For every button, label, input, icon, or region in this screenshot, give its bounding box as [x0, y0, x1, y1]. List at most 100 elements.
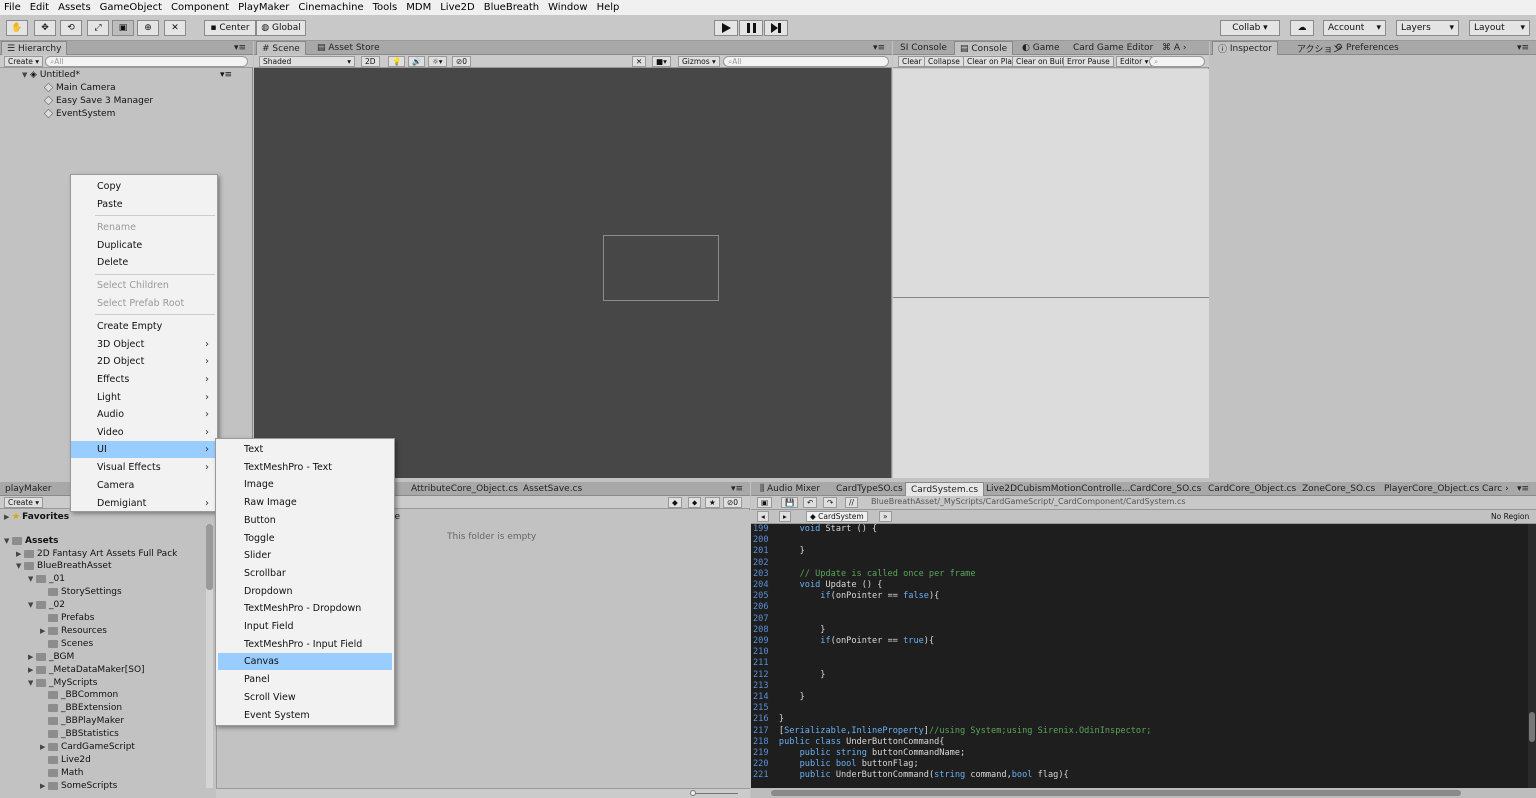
move-tool-icon[interactable]: ✥	[34, 20, 56, 36]
custom-tool-icon[interactable]: ✕	[164, 20, 186, 36]
context-menu-item-visual-effects[interactable]: Visual Effects ›	[71, 459, 217, 476]
project-folder-item[interactable]: ▶ CardGameScript	[40, 741, 135, 754]
context-menu-item-duplicate[interactable]: Duplicate	[71, 237, 217, 254]
project-folder-item[interactable]: ▼ _01	[28, 573, 65, 586]
project-folder-item[interactable]: ▶ _BGM	[28, 650, 74, 663]
forward-arrow-icon[interactable]: ▸	[779, 511, 791, 522]
editor-tab[interactable]: CardCore_Object.cs	[1203, 482, 1301, 496]
comment-icon[interactable]: //	[845, 497, 859, 508]
class-tab[interactable]: ◆ CardSystem	[806, 511, 868, 522]
back-arrow-icon[interactable]: ◂	[757, 511, 769, 522]
scrollbar-thumb[interactable]	[1529, 712, 1535, 742]
project-folder-item[interactable]: _BBCommon	[40, 689, 118, 702]
menu-component[interactable]: Component	[171, 2, 229, 13]
hierarchy-item[interactable]: Easy Save 3 Manager	[43, 94, 153, 107]
menu-file[interactable]: File	[4, 2, 21, 13]
project-folder-item[interactable]: _BBExtension	[40, 702, 122, 715]
project-create-button[interactable]: Create ▾	[4, 497, 44, 508]
light-icon[interactable]: 💡	[388, 56, 406, 67]
menu-bluebreath[interactable]: BlueBreath	[484, 2, 539, 13]
console-btn-editor[interactable]: Editor ▾	[1116, 56, 1153, 67]
menu-playmaker[interactable]: PlayMaker	[238, 2, 289, 13]
tab-attributecore[interactable]: AttributeCore_Object.cs	[406, 482, 523, 496]
play-button[interactable]	[714, 20, 738, 36]
account-dropdown[interactable]: Account ▾	[1323, 20, 1386, 36]
rect-tool-icon[interactable]: ▣	[112, 20, 134, 36]
code-area[interactable]: 199 void Start () {200 201 } 202 203 // U…	[751, 524, 1536, 788]
project-folder-item[interactable]: ▼ _MyScripts	[28, 676, 97, 689]
tab-a[interactable]: ⌘ A ›	[1157, 41, 1192, 55]
project-folder-item[interactable]: Math	[40, 766, 84, 779]
context-menu-item-create-empty[interactable]: Create Empty	[71, 318, 217, 335]
hierarchy-search-input[interactable]: ⌕ All	[45, 56, 248, 67]
panel-menu-icon[interactable]: ▾≡	[726, 482, 748, 496]
context-menu-item-2d-object[interactable]: 2D Object ›	[71, 353, 217, 370]
ui-submenu-item-scroll-view[interactable]: Scroll View	[218, 689, 392, 706]
hierarchy-item[interactable]: EventSystem	[43, 107, 115, 120]
context-menu-item-effects[interactable]: Effects ›	[71, 371, 217, 388]
slider-handle[interactable]	[690, 790, 696, 796]
star-icon[interactable]: ★	[705, 497, 720, 508]
pause-button[interactable]	[739, 20, 763, 36]
panel-menu-icon[interactable]: ▾≡	[1512, 41, 1534, 55]
context-menu-item-3d-object[interactable]: 3D Object ›	[71, 336, 217, 353]
editor-tab[interactable]: CardTypeSO.cs	[831, 482, 908, 496]
ui-submenu-item-event-system[interactable]: Event System	[218, 707, 392, 724]
menu-mdm[interactable]: MDM	[406, 2, 431, 13]
layers-dropdown[interactable]: Layers ▾	[1396, 20, 1459, 36]
pivot-center-button[interactable]: ▪ Center	[204, 20, 256, 36]
favorites-folder[interactable]: ▶ ★ Favorites	[4, 510, 69, 523]
hidden-objects-icon[interactable]: ⊘0	[452, 56, 472, 67]
member-dropdown[interactable]: »	[879, 511, 892, 522]
editor-tab[interactable]: ZoneCore_SO.cs	[1297, 482, 1380, 496]
shading-dropdown[interactable]: Shaded ▾	[259, 56, 355, 67]
tab-assetsave[interactable]: AssetSave.cs	[518, 482, 587, 496]
editor-tab[interactable]: Live2DCubismMotionControlle...	[981, 482, 1135, 496]
tab-asset-store[interactable]: ▤ Asset Store	[312, 41, 385, 55]
tab-scene[interactable]: # Scene	[256, 41, 306, 55]
panel-menu-icon[interactable]: ▾≡	[229, 41, 251, 55]
console-log-list[interactable]	[893, 69, 1209, 297]
global-button[interactable]: ◍ Global	[256, 20, 306, 36]
ui-submenu-item-textmeshpro-dropdown[interactable]: TextMeshPro - Dropdown	[218, 600, 392, 617]
label-icon[interactable]: ◆	[668, 497, 682, 508]
tab-inspector[interactable]: ⓘ Inspector	[1212, 41, 1278, 55]
menu-cinemachine[interactable]: Cinemachine	[298, 2, 363, 13]
camera-frame[interactable]	[603, 235, 719, 301]
project-folder-item[interactable]: ▼ _02	[28, 599, 65, 612]
project-folder-item[interactable]: ▶ 2D Fantasy Art Assets Full Pack	[16, 547, 177, 560]
ui-submenu-item-text[interactable]: Text	[218, 441, 392, 458]
scrollbar-thumb[interactable]	[771, 790, 1461, 796]
scale-tool-icon[interactable]: ⤢	[87, 20, 109, 36]
menu-gameobject[interactable]: GameObject	[100, 2, 162, 13]
context-menu-item-audio[interactable]: Audio ›	[71, 406, 217, 423]
context-menu-item-demigiant[interactable]: Demigiant ›	[71, 495, 217, 512]
mode-2d-toggle[interactable]: 2D	[361, 56, 380, 67]
tools-icon[interactable]: ✕	[632, 56, 647, 67]
context-menu-item-delete[interactable]: Delete	[71, 254, 217, 271]
hand-tool-icon[interactable]: ✋	[6, 20, 28, 36]
project-folder-item[interactable]: ▶ SomeScripts	[40, 779, 117, 792]
menu-assets[interactable]: Assets	[58, 2, 91, 13]
hierarchy-item[interactable]: Main Camera	[43, 81, 116, 94]
menu-live2d[interactable]: Live2D	[440, 2, 474, 13]
ui-submenu-item-slider[interactable]: Slider	[218, 547, 392, 564]
assets-folder[interactable]: ▼ Assets	[4, 534, 58, 547]
tag-icon[interactable]: ⬥	[688, 497, 702, 508]
gizmos-dropdown[interactable]: Gizmos ▾	[678, 56, 720, 67]
icon-size-slider[interactable]	[694, 793, 738, 794]
editor-tab[interactable]: CardCore_SO.cs	[1125, 482, 1206, 496]
undo-icon[interactable]: ↶	[803, 497, 818, 508]
code-scrollbar[interactable]	[1528, 524, 1536, 788]
ui-submenu-item-dropdown[interactable]: Dropdown	[218, 583, 392, 600]
cloud-button[interactable]: ☁	[1290, 20, 1314, 36]
scene-root[interactable]: ▼ ◈ Untitled*	[22, 68, 80, 81]
context-menu-item-camera[interactable]: Camera	[71, 477, 217, 494]
transform-tool-icon[interactable]: ⊕	[137, 20, 159, 36]
effects-icon[interactable]: ☼▾	[428, 56, 447, 67]
step-button[interactable]	[764, 20, 788, 36]
context-menu-item-video[interactable]: Video ›	[71, 424, 217, 441]
console-btn-clear[interactable]: Clear	[898, 56, 926, 67]
tab-preferences[interactable]: ⚙ Preferences	[1330, 41, 1404, 55]
context-menu-item-copy[interactable]: Copy	[71, 178, 217, 195]
